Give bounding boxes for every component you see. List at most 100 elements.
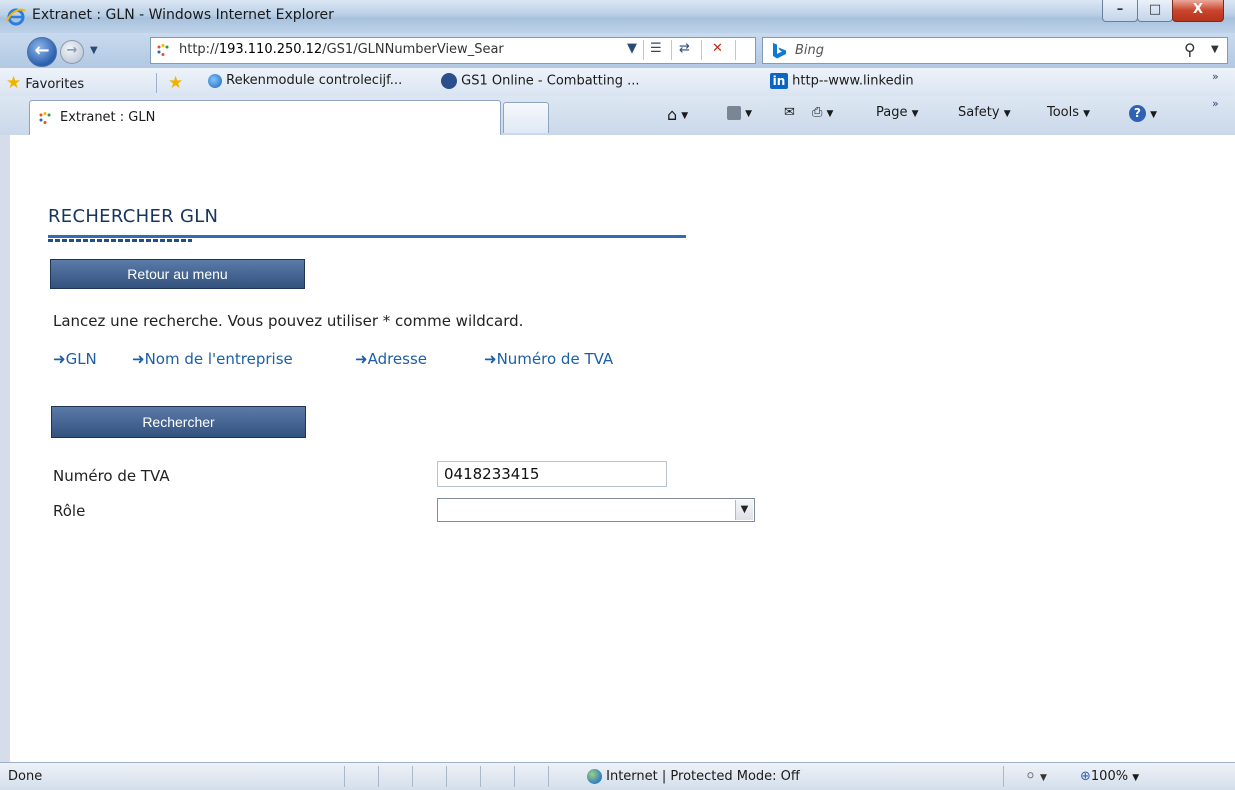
recent-pages-dropdown-icon[interactable]: ▼ xyxy=(90,45,98,56)
back-button[interactable]: ← xyxy=(27,37,57,67)
status-separator xyxy=(378,766,379,787)
arrow-right-icon: ➜ xyxy=(484,350,497,368)
search-icon[interactable]: ⚲ xyxy=(1184,40,1196,59)
status-separator xyxy=(446,766,447,787)
address-dropdown-icon[interactable]: ▼ xyxy=(627,41,637,56)
tab-extranet-gln[interactable]: Extranet : GLN xyxy=(29,100,501,136)
protected-mode-button[interactable]: ⚪ ▼ xyxy=(1025,769,1047,784)
criteria-label: Adresse xyxy=(367,350,428,368)
tab-label: Extranet : GLN xyxy=(60,110,156,125)
back-to-menu-button[interactable]: Retour au menu xyxy=(50,259,305,289)
page-title: RECHERCHER GLN xyxy=(48,206,219,227)
criteria-link-vat-number[interactable]: ➜Numéro de TVA xyxy=(484,350,613,368)
refresh-icon[interactable]: ⇄ xyxy=(679,41,690,56)
favorites-overflow-icon[interactable]: » xyxy=(1212,70,1219,83)
vat-number-input[interactable] xyxy=(437,461,667,487)
back-arrow-icon: ← xyxy=(34,40,50,61)
security-zone-label: Internet | Protected Mode: Off xyxy=(606,769,800,784)
compatibility-view-icon[interactable]: ☰ xyxy=(650,41,662,56)
bing-icon xyxy=(773,43,786,59)
status-separator xyxy=(548,766,549,787)
address-separator xyxy=(735,40,736,60)
maximize-button[interactable]: □ xyxy=(1137,0,1173,22)
role-select[interactable]: ▼ xyxy=(437,498,755,522)
criteria-link-company-name[interactable]: ➜Nom de l'entreprise xyxy=(132,350,293,368)
criteria-label: GLN xyxy=(65,350,97,368)
internet-explorer-icon xyxy=(6,8,26,26)
help-icon: ? xyxy=(1129,105,1146,122)
address-bar[interactable]: http://193.110.250.12/GS1/GLNNumberView_… xyxy=(150,37,756,64)
title-dash-decoration xyxy=(48,239,192,242)
globe-icon xyxy=(587,769,602,784)
chevron-down-icon: ▼ xyxy=(1132,773,1140,783)
close-window-button[interactable]: X xyxy=(1172,0,1224,22)
status-separator xyxy=(412,766,413,787)
forward-button[interactable]: → xyxy=(60,40,84,64)
favorites-label: Favorites xyxy=(25,77,85,92)
title-underline xyxy=(48,235,686,238)
favorite-item-gs1-online[interactable]: GS1 Online - Combatting ... xyxy=(441,73,640,89)
search-placeholder: Bing xyxy=(795,43,825,58)
criteria-link-address[interactable]: ➜Adresse xyxy=(355,350,427,368)
search-box[interactable]: Bing ⚲ ▼ xyxy=(762,37,1228,64)
add-favorite-icon: ★ xyxy=(168,73,184,93)
zoom-level: 100% xyxy=(1090,769,1129,784)
feeds-dropdown-icon: ▼ xyxy=(745,109,753,119)
security-zone[interactable]: Internet | Protected Mode: Off xyxy=(587,769,800,784)
read-mail-button[interactable]: ✉ xyxy=(784,105,795,120)
add-to-favorites-bar-button[interactable]: ★ xyxy=(168,73,183,93)
close-icon: X xyxy=(1192,2,1204,17)
tools-menu[interactable]: Tools ▼ xyxy=(1047,105,1090,120)
new-tab-button[interactable] xyxy=(503,102,549,133)
search-instructions: Lancez une recherche. Vous pouvez utilis… xyxy=(53,312,524,330)
chevron-down-icon: ▼ xyxy=(1040,773,1047,783)
address-separator xyxy=(671,40,672,60)
help-button[interactable]: ? ▼ xyxy=(1129,105,1157,122)
favorites-bar: ★ Favorites ★ Rekenmodule controlecijf..… xyxy=(0,67,1235,97)
chevron-down-icon: ▼ xyxy=(1083,109,1091,119)
safety-menu[interactable]: Safety ▼ xyxy=(958,105,1011,120)
home-button[interactable]: ⌂ ▼ xyxy=(667,105,688,124)
favorites-button[interactable]: ★ Favorites xyxy=(6,73,84,93)
help-dropdown-icon: ▼ xyxy=(1150,110,1158,120)
home-icon: ⌂ xyxy=(667,105,678,124)
status-separator xyxy=(514,766,515,787)
zoom-button[interactable]: ⊕100% ▼ xyxy=(1080,769,1139,784)
window-title-bar[interactable]: Extranet : GLN - Windows Internet Explor… xyxy=(0,0,1235,33)
feeds-button[interactable]: ▼ xyxy=(727,105,752,120)
favorite-item-linkedin[interactable]: in http--www.linkedin xyxy=(770,73,914,89)
status-separator xyxy=(1003,766,1004,787)
page-menu-label: Page xyxy=(876,105,908,120)
page-content: RECHERCHER GLN Retour au menu Lancez une… xyxy=(10,135,1235,762)
arrow-right-icon: ➜ xyxy=(132,350,145,368)
chevron-down-icon: ▼ xyxy=(1003,109,1011,119)
lock-icon: ⚪ xyxy=(1025,769,1036,784)
rss-icon xyxy=(727,105,741,120)
search-button[interactable]: Rechercher xyxy=(51,406,306,438)
favorite-item-rekenmodule[interactable]: Rekenmodule controlecijf... xyxy=(208,73,402,88)
maximize-icon: □ xyxy=(1148,2,1162,17)
chevron-down-icon[interactable]: ▼ xyxy=(735,500,753,520)
stop-icon[interactable]: ✕ xyxy=(712,41,723,56)
minimize-button[interactable]: – xyxy=(1102,0,1138,22)
home-dropdown-icon: ▼ xyxy=(681,111,689,121)
status-separator xyxy=(480,766,481,787)
status-separator xyxy=(344,766,345,787)
linkedin-icon: in xyxy=(770,73,788,89)
safety-menu-label: Safety xyxy=(958,105,1000,120)
favorites-separator xyxy=(156,73,157,93)
criteria-link-gln[interactable]: ➜GLN xyxy=(53,350,97,368)
favorite-label: http--www.linkedin xyxy=(792,73,914,89)
arrow-right-icon: ➜ xyxy=(53,350,66,368)
address-url[interactable]: http://193.110.250.12/GS1/GLNNumberView_… xyxy=(179,42,619,57)
commandbar-overflow-icon[interactable]: » xyxy=(1212,97,1219,110)
page-menu[interactable]: Page ▼ xyxy=(876,105,919,120)
tab-bar: Extranet : GLN ⌂ ▼ ▼ ✉ ⎙ ▼ Page ▼ Safety… xyxy=(0,96,1235,136)
criteria-label: Numéro de TVA xyxy=(496,350,614,368)
role-label: Rôle xyxy=(53,502,86,520)
navigation-toolbar: ← → ▼ http://193.110.250.12/GS1/GLNNumbe… xyxy=(0,33,1235,67)
search-options-dropdown-icon[interactable]: ▼ xyxy=(1211,44,1219,55)
gs1-icon xyxy=(441,73,457,89)
address-separator xyxy=(701,40,702,60)
print-button[interactable]: ⎙ ▼ xyxy=(812,105,833,120)
